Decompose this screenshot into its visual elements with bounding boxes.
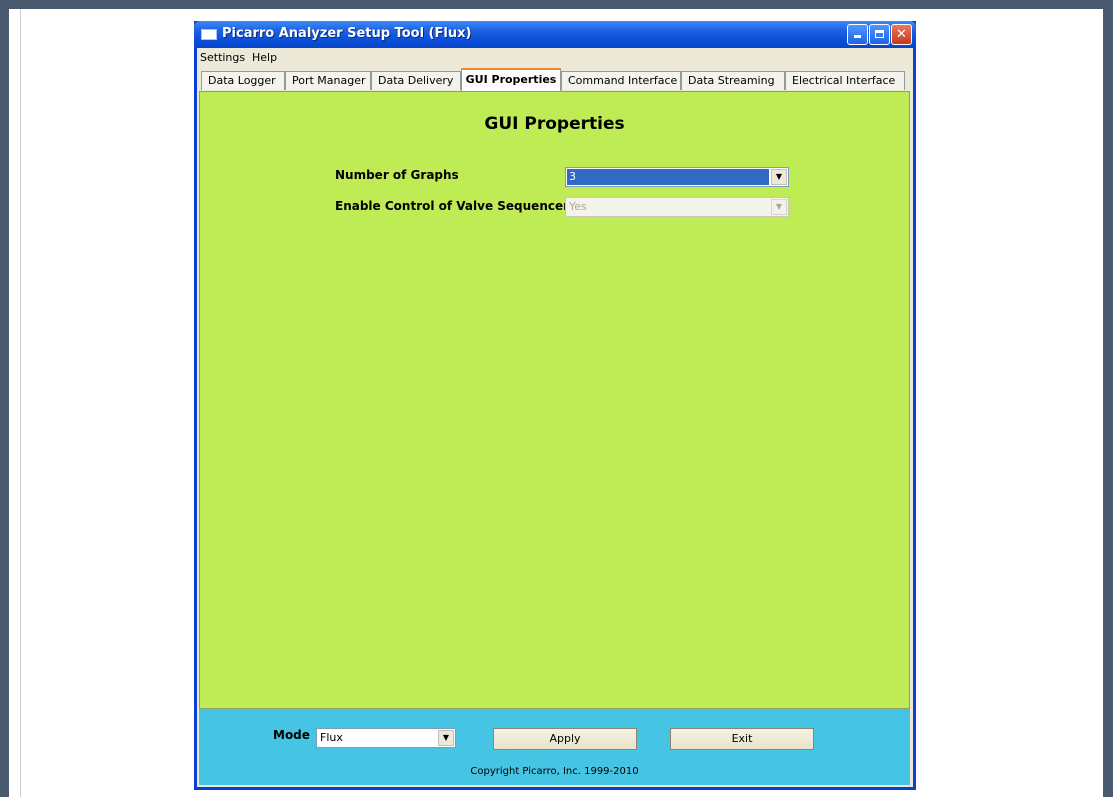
dropdown-arrow-icon[interactable]: ▼ [438, 730, 454, 746]
footer-bar: Mode Flux ▼ Apply Exit Copyright Picarro… [199, 709, 910, 785]
menu-settings[interactable]: Settings [200, 51, 245, 64]
tab-command-interface[interactable]: Command Interface [561, 71, 681, 90]
mode-value: Flux [320, 731, 343, 744]
dropdown-arrow-icon: ▼ [771, 199, 787, 215]
client-area: Settings Help Data Logger Port Manager D… [197, 48, 913, 787]
panel-title: GUI Properties [484, 114, 625, 134]
maximize-icon [875, 30, 884, 38]
valve-sequencer-label: Enable Control of Valve Sequencer [335, 199, 570, 213]
tab-data-delivery[interactable]: Data Delivery [371, 71, 461, 90]
menu-bar: Settings Help [197, 48, 913, 68]
desktop-frame-top [0, 0, 1113, 9]
app-icon [201, 29, 217, 40]
app-window: Picarro Analyzer Setup Tool (Flux) ✕ Set… [194, 21, 916, 790]
number-of-graphs-label: Number of Graphs [335, 168, 459, 182]
title-bar[interactable]: Picarro Analyzer Setup Tool (Flux) ✕ [194, 21, 916, 48]
tab-data-streaming[interactable]: Data Streaming [681, 71, 785, 90]
window-title: Picarro Analyzer Setup Tool (Flux) [222, 26, 472, 41]
menu-help[interactable]: Help [252, 51, 277, 64]
exit-button[interactable]: Exit [670, 728, 814, 750]
maximize-button[interactable] [869, 24, 890, 45]
desktop-frame-left [0, 0, 9, 797]
tab-electrical-interface[interactable]: Electrical Interface [785, 71, 905, 90]
minimize-button[interactable] [847, 24, 868, 45]
desktop-frame-right [1103, 0, 1113, 797]
close-icon: ✕ [896, 27, 907, 42]
tab-gui-properties[interactable]: GUI Properties [461, 68, 561, 91]
desktop-divider [20, 9, 21, 797]
tab-strip: Data Logger Port Manager Data Delivery G… [197, 68, 913, 91]
close-button[interactable]: ✕ [891, 24, 912, 45]
gui-properties-panel: GUI Properties Number of Graphs 3 ▼ Enab… [199, 91, 910, 709]
tab-data-logger[interactable]: Data Logger [201, 71, 285, 90]
mode-select[interactable]: Flux ▼ [316, 728, 456, 748]
apply-button[interactable]: Apply [493, 728, 637, 750]
number-of-graphs-value: 3 [567, 169, 769, 185]
tab-port-manager[interactable]: Port Manager [285, 71, 371, 90]
number-of-graphs-select[interactable]: 3 ▼ [565, 167, 789, 187]
minimize-icon [854, 35, 861, 38]
dropdown-arrow-icon[interactable]: ▼ [771, 169, 787, 185]
copyright-text: Copyright Picarro, Inc. 1999-2010 [470, 766, 639, 777]
mode-label: Mode [273, 728, 310, 742]
valve-sequencer-select: Yes ▼ [565, 197, 789, 217]
valve-sequencer-value: Yes [569, 200, 587, 213]
